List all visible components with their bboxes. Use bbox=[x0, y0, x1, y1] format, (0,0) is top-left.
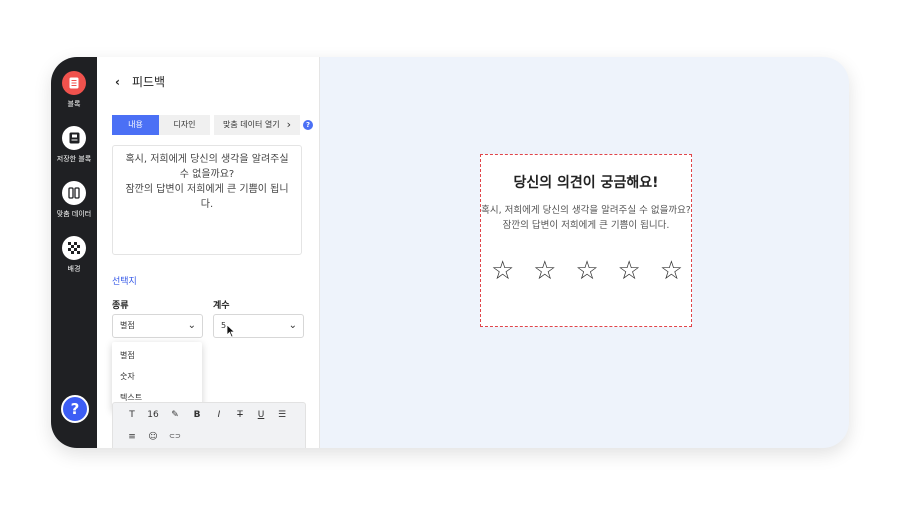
content-line: 잠깐의 답변이 저희에게 큰 기쁨이 됩니 bbox=[125, 184, 289, 195]
sidebar-item-label: 맞춤 데이터 bbox=[56, 210, 92, 218]
star-icon[interactable]: ☆ bbox=[660, 258, 683, 284]
bold-icon[interactable]: B bbox=[190, 410, 204, 420]
sidebar-item-custom-data[interactable]: 맞춤 데이터 bbox=[51, 181, 97, 219]
chevron-left-icon: ‹ bbox=[115, 74, 120, 89]
type-dropdown-menu: 별점 숫자 텍스트 bbox=[112, 342, 202, 410]
underline-icon[interactable]: U bbox=[254, 410, 268, 420]
count-label: 계수 bbox=[213, 301, 230, 311]
tab-content[interactable]: 내용 bbox=[112, 115, 159, 135]
question-icon[interactable]: ? bbox=[303, 120, 313, 130]
type-select[interactable]: 별점 ⌄ bbox=[112, 314, 203, 338]
star-icon[interactable]: ☆ bbox=[533, 258, 556, 284]
custom-data-icon bbox=[62, 181, 86, 205]
text-style-icon[interactable]: T bbox=[125, 410, 139, 420]
strikethrough-icon[interactable]: T bbox=[233, 410, 247, 420]
chevron-down-icon: ⌄ bbox=[288, 320, 297, 331]
card-description-line: 혹시, 저희에게 당신의 생각을 알려주실 수 없을까요? bbox=[481, 205, 691, 216]
back-button[interactable]: ‹ 피드백 bbox=[115, 73, 165, 90]
checker-background-icon bbox=[62, 236, 86, 260]
sidebar-item-block[interactable]: 블록 bbox=[51, 71, 97, 109]
help-button[interactable]: ? bbox=[61, 395, 89, 423]
options-section-label: 선택지 bbox=[112, 277, 137, 287]
star-rating: ☆ ☆ ☆ ☆ ☆ bbox=[491, 258, 683, 284]
tab-custom-data[interactable]: 맞춤 데이터 열기 › bbox=[214, 115, 300, 135]
star-icon[interactable]: ☆ bbox=[575, 258, 598, 284]
content-textarea[interactable]: 혹시, 저희에게 당신의 생각을 알려주실 수 없을까요? 잠깐의 답변이 저희… bbox=[112, 145, 302, 255]
document-icon bbox=[62, 71, 86, 95]
icon-sidebar: 블록 저장한 블록 맞춤 데이터 배경 ? bbox=[51, 57, 97, 448]
feedback-card[interactable]: 당신의 의견이 궁금해요! 혹시, 저희에게 당신의 생각을 알려주실 수 없을… bbox=[480, 154, 692, 327]
help-icon: ? bbox=[70, 400, 80, 418]
star-icon[interactable]: ☆ bbox=[618, 258, 641, 284]
type-label: 종류 bbox=[112, 301, 129, 311]
text-color-icon[interactable]: ✎ bbox=[168, 410, 182, 420]
settings-panel: ‹ 피드백 내용 디자인 맞춤 데이터 열기 › ? 혹시, 저희에게 당신의 … bbox=[97, 57, 320, 448]
type-select-value: 별점 bbox=[120, 321, 135, 330]
dropdown-option-number[interactable]: 숫자 bbox=[120, 371, 135, 382]
app-window: 블록 저장한 블록 맞춤 데이터 배경 ? ‹ 피드백 내용 디자인 맞춤 데이… bbox=[51, 57, 849, 448]
content-line: 수 없을까요? bbox=[179, 169, 235, 180]
saved-block-icon bbox=[62, 126, 86, 150]
list-icon[interactable]: ☰ bbox=[275, 410, 289, 420]
sidebar-item-label: 블록 bbox=[67, 100, 81, 108]
content-line: 혹시, 저희에게 당신의 생각을 알려주실 bbox=[125, 154, 289, 165]
card-description: 혹시, 저희에게 당신의 생각을 알려주실 수 없을까요? 잠깐의 답변이 저희… bbox=[481, 203, 691, 233]
sidebar-item-label: 저장한 블록 bbox=[56, 155, 92, 163]
content-line: 다. bbox=[200, 199, 214, 210]
preview-canvas: 당신의 의견이 궁금해요! 혹시, 저희에게 당신의 생각을 알려주실 수 없을… bbox=[319, 57, 849, 448]
star-icon[interactable]: ☆ bbox=[491, 258, 514, 284]
chevron-right-icon: › bbox=[286, 118, 291, 131]
panel-title: 피드백 bbox=[131, 75, 166, 89]
chevron-down-icon: ⌄ bbox=[187, 320, 196, 331]
card-title: 당신의 의견이 궁금해요! bbox=[513, 175, 659, 191]
text-format-toolbar: T 16 ✎ B I T U ☰ ≡ ☺ ⊂⊃ bbox=[112, 402, 306, 448]
tab-custom-data-label: 맞춤 데이터 열기 bbox=[222, 120, 280, 129]
panel-tabs: 내용 디자인 맞춤 데이터 열기 › bbox=[112, 115, 300, 135]
italic-icon[interactable]: I bbox=[212, 410, 226, 420]
mouse-cursor-icon bbox=[226, 324, 236, 338]
dropdown-option-star[interactable]: 별점 bbox=[120, 350, 135, 361]
sidebar-item-background[interactable]: 배경 bbox=[51, 236, 97, 274]
tab-design[interactable]: 디자인 bbox=[159, 115, 210, 135]
sidebar-item-saved-block[interactable]: 저장한 블록 bbox=[51, 126, 97, 164]
link-icon[interactable]: ⊂⊃ bbox=[168, 432, 182, 440]
emoji-icon[interactable]: ☺ bbox=[146, 432, 160, 442]
font-size-button[interactable]: 16 bbox=[146, 410, 160, 420]
sidebar-item-label: 배경 bbox=[67, 265, 81, 273]
align-icon[interactable]: ≡ bbox=[125, 432, 139, 442]
card-description-line: 잠깐의 답변이 저희에게 큰 기쁨이 됩니다. bbox=[502, 220, 670, 231]
